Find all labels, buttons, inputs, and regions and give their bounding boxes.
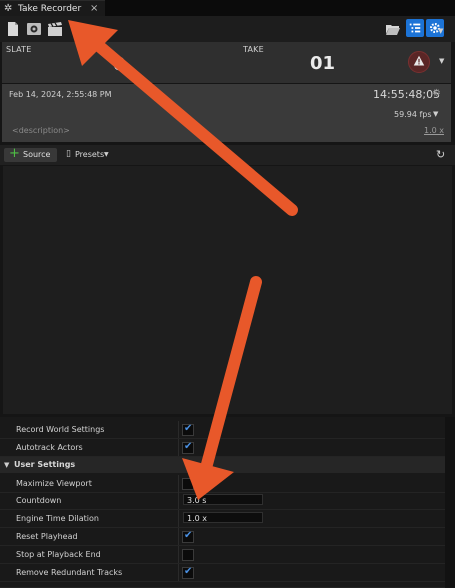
annotation-arrow-top: [86, 34, 298, 216]
annotation-arrow-bottom: [200, 276, 262, 474]
annotation-arrows: [68, 20, 298, 500]
